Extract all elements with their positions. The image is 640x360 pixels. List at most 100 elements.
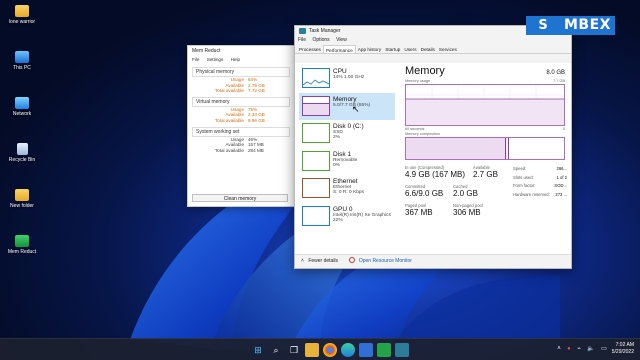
clock[interactable]: 7:02 AM 5/29/2022 xyxy=(612,342,634,355)
edge-icon[interactable] xyxy=(341,343,355,357)
disk-thumbnail xyxy=(302,123,330,143)
task-manager-taskbar-icon[interactable] xyxy=(395,343,409,357)
desktop-icons: lone warrior This PC Network Recycle Bin… xyxy=(2,2,42,281)
desktop-icon-label: lone warrior xyxy=(8,19,36,25)
task-view-icon[interactable]: ❐ xyxy=(287,343,301,357)
desktop-icon-new-folder[interactable]: New folder xyxy=(2,189,42,225)
file-explorer-icon[interactable] xyxy=(305,343,319,357)
sidebar-item-ethernet[interactable]: Ethernet Ethernet S: 0 R: 0 Kbps xyxy=(299,175,395,202)
section-physical-memory: Physical memory xyxy=(192,67,290,77)
menu-help[interactable]: Help xyxy=(231,57,240,62)
start-icon[interactable]: ⊞ xyxy=(251,343,265,357)
mem-reduct-taskbar-icon[interactable] xyxy=(377,343,391,357)
tab-details[interactable]: Details xyxy=(419,45,437,53)
stat-key: Total available xyxy=(214,147,244,153)
tab-processes[interactable]: Processes xyxy=(297,45,323,53)
stat-value: 2.0 GB xyxy=(453,189,478,198)
desktop-icon-lone-warrior[interactable]: lone warrior xyxy=(2,5,42,41)
desktop-icon-recycle-bin[interactable]: Recycle Bin xyxy=(2,143,42,179)
stat-value: 367 MB xyxy=(405,208,433,217)
tab-startup[interactable]: Startup xyxy=(383,45,402,53)
security-icon[interactable]: ● xyxy=(567,346,571,352)
menu-bar: File Settings Help xyxy=(188,56,294,64)
taskbar-apps: ⊞ ⌕ ❐ xyxy=(251,343,413,357)
folder-icon xyxy=(15,189,29,201)
stat-value: 4.9 GB (167 MB) xyxy=(405,170,466,179)
memory-thumbnail xyxy=(302,95,330,116)
desktop-icon-mem-reduct[interactable]: Mem Reduct xyxy=(2,235,42,271)
menu-file[interactable]: File xyxy=(192,57,199,62)
sidebar-item-cpu[interactable]: CPU 14% 1.00 GHz xyxy=(299,65,395,92)
sidebar-item-sub: 22% xyxy=(333,217,343,223)
mem-reduct-icon xyxy=(15,235,29,247)
stat-value: 7.72 GB xyxy=(248,88,265,94)
chrome-icon[interactable] xyxy=(323,343,337,357)
desktop-icon-label: New folder xyxy=(10,203,34,209)
memory-composition-bar xyxy=(405,137,565,160)
detail-header: Memory 8.0 GB xyxy=(405,65,565,79)
sidebar-item-sub: 0% xyxy=(333,162,340,168)
detail-title: Memory xyxy=(405,65,445,77)
section-system-working-set: System working set xyxy=(192,126,290,137)
menu-view[interactable]: View xyxy=(336,37,347,43)
sidebar-item-disk-0[interactable]: Disk 0 (C:) SSD 2% xyxy=(299,120,395,147)
hardware-key: Hardware reserved: xyxy=(513,192,550,198)
detail-total: 8.0 GB xyxy=(546,70,565,76)
recycle-bin-icon xyxy=(16,143,28,155)
folder-icon xyxy=(15,5,29,17)
cpu-thumbnail xyxy=(302,68,330,88)
hardware-value: 1 of 2 xyxy=(556,174,567,180)
mouse-cursor-icon: ↖ xyxy=(352,104,360,114)
clean-memory-button[interactable]: Clean memory xyxy=(192,194,288,202)
window-title: Task Manager xyxy=(309,28,341,34)
memory-usage-graph xyxy=(405,84,565,126)
hardware-row: Slots used: 1 of 2 xyxy=(513,174,567,183)
hardware-value: 273 ... xyxy=(555,192,567,198)
menu-settings[interactable]: Settings xyxy=(207,57,224,62)
stat-key: Total available xyxy=(214,117,244,123)
logo-letter: S xyxy=(526,15,560,35)
stat-in-use: In use (Compressed) 4.9 GB (167 MB) xyxy=(405,165,465,180)
fewer-details-link[interactable]: Fewer details xyxy=(308,258,338,264)
hardware-info: Speed: 266... Slots used: 1 of 2 Form fact… xyxy=(513,165,567,200)
menu-options[interactable]: Options xyxy=(312,37,329,43)
sidebar-item-memory[interactable]: Memory 5.0/7.7 GB (65%) xyxy=(299,92,395,120)
desktop-icon-this-pc[interactable]: This PC xyxy=(2,51,42,87)
desktop-icon-label: Recycle Bin xyxy=(8,157,36,163)
stat-key: Total available xyxy=(214,88,244,94)
tab-users[interactable]: Users xyxy=(402,45,418,53)
open-resource-monitor-link[interactable]: Open Resource Monitor xyxy=(359,258,412,264)
stat-row: Total available 284 MB xyxy=(188,148,294,154)
stat-cached: Cached 2.0 GB xyxy=(453,184,478,199)
task-manager-footer: ˄ Fewer details Open Resource Monitor xyxy=(295,254,571,268)
sidebar-item-disk-1[interactable]: Disk 1 Removable 0% xyxy=(299,148,395,175)
tab-app-history[interactable]: App history xyxy=(356,45,383,53)
resource-sidebar: CPU 14% 1.00 GHz Memory 5.0/7.7 GB (65%)… xyxy=(299,65,395,230)
store-icon[interactable] xyxy=(359,343,373,357)
stat-paged-pool: Paged pool 367 MB xyxy=(405,203,433,218)
desktop-icon-network[interactable]: Network xyxy=(2,97,42,133)
network-icon[interactable]: ⌁ xyxy=(577,346,581,352)
window-title: Mem Reduct xyxy=(192,48,221,54)
memory-usage-graph-svg xyxy=(406,85,564,125)
ethernet-thumbnail xyxy=(302,178,330,198)
battery-icon[interactable]: ▭ xyxy=(601,346,607,352)
hardware-key: Speed: xyxy=(513,166,527,171)
stat-row: Total available 7.72 GB xyxy=(188,88,294,94)
chevron-up-icon[interactable]: ˄ xyxy=(557,346,561,352)
hardware-row: Form factor: SOD... xyxy=(513,182,567,191)
tab-performance[interactable]: Performance xyxy=(322,45,356,53)
tab-services[interactable]: Services xyxy=(437,45,459,53)
sidebar-item-gpu-0[interactable]: GPU 0 Intel(R) Iris(R) Xe Graphics 22% xyxy=(299,203,395,230)
sidebar-item-sub: S: 0 R: 0 Kbps xyxy=(333,190,364,196)
search-icon[interactable]: ⌕ xyxy=(269,343,283,357)
computer-icon xyxy=(15,51,29,63)
hardware-key: Slots used: xyxy=(513,174,534,180)
taskbar: ⊞ ⌕ ❐ ˄ ● ⌁ 🔈 ▭ 7:02 AM 5/29/2022 xyxy=(0,338,640,360)
sidebar-item-name: Disk 0 (C:) xyxy=(333,123,364,130)
volume-icon[interactable]: 🔈 xyxy=(587,346,594,352)
desktop-icon-label: This PC xyxy=(13,65,31,71)
menu-file[interactable]: File xyxy=(298,37,306,43)
stat-row: Total available 8.96 GB xyxy=(188,118,294,124)
system-tray: ˄ ● ⌁ 🔈 ▭ 7:02 AM 5/29/2022 xyxy=(557,342,634,355)
